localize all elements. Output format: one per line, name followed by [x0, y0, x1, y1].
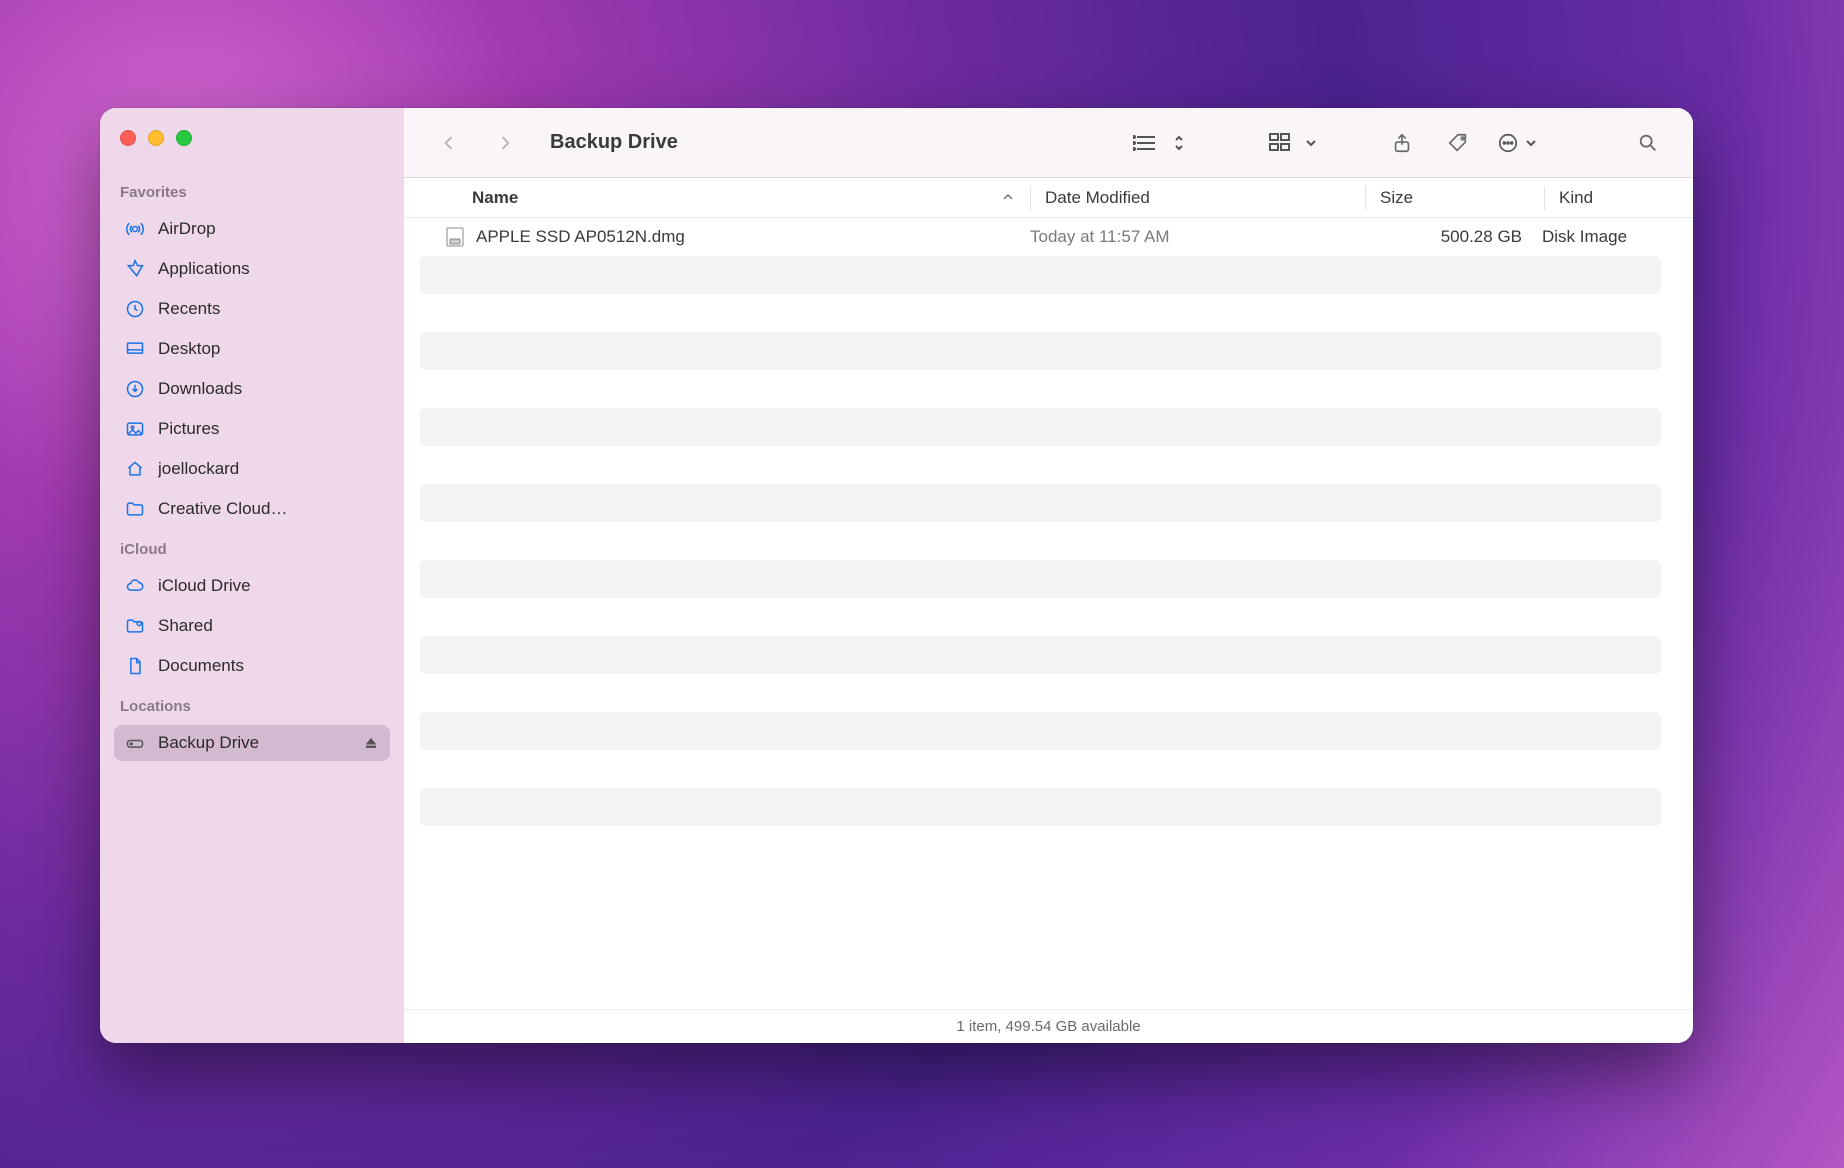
forward-button[interactable]: [488, 126, 522, 160]
sidebar-item-label: Creative Cloud…: [158, 499, 287, 519]
sidebar-item-label: Backup Drive: [158, 733, 259, 753]
file-row[interactable]: APPLE SSD AP0512N.dmg Today at 11:57 AM …: [404, 218, 1677, 256]
file-name: APPLE SSD AP0512N.dmg: [476, 227, 685, 247]
close-window-button[interactable]: [120, 130, 136, 146]
desktop-icon: [124, 338, 146, 360]
main-pane: Backup Drive Name: [404, 108, 1693, 1043]
applications-icon: [124, 258, 146, 280]
sidebar-item-icloud-drive[interactable]: iCloud Drive: [114, 568, 390, 604]
tags-button[interactable]: [1441, 126, 1475, 160]
status-text: 1 item, 499.54 GB available: [956, 1018, 1140, 1035]
sidebar: Favorites AirDrop Applications Recents D…: [100, 108, 404, 1043]
sidebar-item-applications[interactable]: Applications: [114, 251, 390, 287]
empty-row: [420, 256, 1661, 294]
group-by-button[interactable]: [1269, 132, 1317, 154]
sidebar-item-downloads[interactable]: Downloads: [114, 371, 390, 407]
column-kind[interactable]: Kind: [1545, 188, 1693, 208]
column-name-label: Name: [472, 188, 518, 208]
back-button[interactable]: [432, 126, 466, 160]
drive-icon: [124, 732, 146, 754]
zoom-window-button[interactable]: [176, 130, 192, 146]
empty-row: [420, 712, 1661, 750]
minimize-window-button[interactable]: [148, 130, 164, 146]
clock-icon: [124, 298, 146, 320]
sidebar-item-desktop[interactable]: Desktop: [114, 331, 390, 367]
sidebar-item-label: Shared: [158, 616, 213, 636]
folder-shared-icon: [124, 615, 146, 637]
sidebar-item-label: Desktop: [158, 339, 220, 359]
sidebar-item-label: Downloads: [158, 379, 242, 399]
sidebar-item-label: Recents: [158, 299, 220, 319]
sidebar-item-creative-cloud[interactable]: Creative Cloud…: [114, 491, 390, 527]
empty-row: [420, 408, 1661, 446]
sidebar-item-documents[interactable]: Documents: [114, 648, 390, 684]
airdrop-icon: [124, 218, 146, 240]
disk-image-icon: [444, 226, 466, 248]
sidebar-item-label: Documents: [158, 656, 244, 676]
column-date-modified[interactable]: Date Modified: [1031, 188, 1365, 208]
sidebar-item-airdrop[interactable]: AirDrop: [114, 211, 390, 247]
sidebar-item-recents[interactable]: Recents: [114, 291, 390, 327]
chevron-updown-icon: [1173, 134, 1185, 152]
folder-icon: [124, 498, 146, 520]
sidebar-section-locations: Locations: [114, 688, 390, 721]
file-date: Today at 11:57 AM: [1030, 227, 1364, 247]
sidebar-item-backup-drive[interactable]: Backup Drive: [114, 725, 390, 761]
action-menu-button[interactable]: [1497, 132, 1537, 154]
chevron-down-icon: [1525, 137, 1537, 149]
sidebar-item-label: Pictures: [158, 419, 219, 439]
chevron-down-icon: [1305, 137, 1317, 149]
sidebar-item-label: Applications: [158, 259, 250, 279]
file-list: APPLE SSD AP0512N.dmg Today at 11:57 AM …: [404, 218, 1693, 1009]
cloud-icon: [124, 575, 146, 597]
file-size: 500.28 GB: [1364, 227, 1542, 247]
file-kind: Disk Image: [1542, 227, 1677, 247]
sidebar-section-icloud: iCloud: [114, 531, 390, 564]
sidebar-item-label: AirDrop: [158, 219, 216, 239]
location-title: Backup Drive: [550, 131, 678, 154]
window-controls: [114, 126, 390, 170]
column-name[interactable]: Name: [472, 188, 1030, 208]
sidebar-item-pictures[interactable]: Pictures: [114, 411, 390, 447]
eject-icon[interactable]: [362, 734, 380, 752]
empty-row: [420, 332, 1661, 370]
view-list-button[interactable]: [1133, 132, 1185, 154]
home-icon: [124, 458, 146, 480]
empty-row: [420, 560, 1661, 598]
column-size[interactable]: Size: [1366, 188, 1544, 208]
finder-window: Favorites AirDrop Applications Recents D…: [100, 108, 1693, 1043]
sidebar-item-label: iCloud Drive: [158, 576, 251, 596]
sidebar-item-shared[interactable]: Shared: [114, 608, 390, 644]
toolbar: Backup Drive: [404, 108, 1693, 178]
sidebar-item-home[interactable]: joellockard: [114, 451, 390, 487]
sidebar-section-favorites: Favorites: [114, 174, 390, 207]
sort-ascending-icon: [1002, 188, 1014, 208]
empty-row: [420, 788, 1661, 826]
search-button[interactable]: [1631, 126, 1665, 160]
status-bar: 1 item, 499.54 GB available: [404, 1009, 1693, 1043]
image-icon: [124, 418, 146, 440]
download-icon: [124, 378, 146, 400]
sidebar-item-label: joellockard: [158, 459, 239, 479]
column-headers: Name Date Modified Size Kind: [404, 178, 1693, 218]
empty-row: [420, 636, 1661, 674]
document-icon: [124, 655, 146, 677]
empty-row: [420, 484, 1661, 522]
share-button[interactable]: [1385, 126, 1419, 160]
